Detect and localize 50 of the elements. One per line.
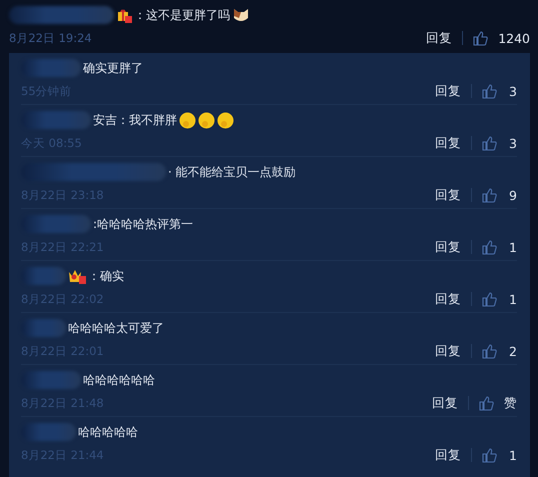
blushing-emoji-icon (198, 112, 215, 128)
blurred-username (21, 111, 91, 129)
blurred-username (21, 319, 66, 337)
like-count: 3 (508, 136, 517, 150)
comment-text: 安吉：我不胖胖 (93, 112, 177, 128)
like-count: 9 (508, 188, 517, 202)
cat-emoji-icon (232, 6, 250, 24)
reply-link[interactable]: 回复 (432, 394, 458, 412)
comment-text: ：确实 (88, 268, 124, 284)
thumbs-up-icon[interactable] (473, 30, 488, 46)
blurred-username (21, 267, 66, 285)
thumbs-up-icon[interactable] (482, 136, 497, 150)
like-count: 1 (508, 448, 517, 462)
blurred-username (21, 371, 81, 389)
blushing-emoji-icon (179, 112, 196, 128)
like-count: 1 (508, 292, 517, 306)
reply-link[interactable]: 回复 (426, 30, 452, 46)
comment-text: 哈哈哈哈哈哈 (83, 372, 155, 388)
like-count: 1 (508, 240, 517, 254)
badge-icon (116, 7, 132, 23)
reply-link[interactable]: 回复 (435, 186, 461, 204)
crown-badge-icon (68, 268, 86, 284)
comment-text: :哈哈哈哈热评第一 (93, 216, 194, 232)
like-count: 2 (508, 344, 517, 358)
reply-link[interactable]: 回复 (435, 238, 461, 256)
comment-text: 哈哈哈哈太可爱了 (68, 320, 164, 336)
timestamp: 8月22日 19:24 (9, 30, 93, 46)
comment-text: ：这不是更胖了吗 (134, 6, 230, 24)
reply-link[interactable]: 回复 (435, 134, 461, 152)
comment-text: 确实更胖了 (83, 60, 143, 76)
reply-link[interactable]: 回复 (435, 290, 461, 308)
reply-link[interactable]: 回复 (435, 446, 461, 464)
thumbs-up-icon[interactable] (482, 188, 497, 202)
like-count: 赞 (504, 394, 517, 412)
blushing-emoji-icon (217, 112, 234, 128)
thumbs-up-icon[interactable] (482, 84, 497, 98)
comment-text: 哈哈哈哈哈 (78, 424, 138, 440)
blurred-username (21, 59, 81, 77)
like-count: 3 (508, 84, 517, 98)
thumbs-up-icon[interactable] (482, 240, 497, 254)
blurred-username (21, 423, 76, 441)
thumbs-up-icon[interactable] (482, 344, 497, 358)
thumbs-up-icon[interactable] (482, 292, 497, 306)
thumbs-up-icon[interactable] (479, 396, 494, 410)
comment-text: · 能不能给宝贝一点鼓励 (168, 164, 296, 180)
reply-link[interactable]: 回复 (435, 342, 461, 360)
blurred-username (21, 215, 91, 233)
like-count: 1240 (498, 30, 530, 46)
thumbs-up-icon[interactable] (482, 448, 497, 462)
reply-link[interactable]: 回复 (435, 82, 461, 100)
